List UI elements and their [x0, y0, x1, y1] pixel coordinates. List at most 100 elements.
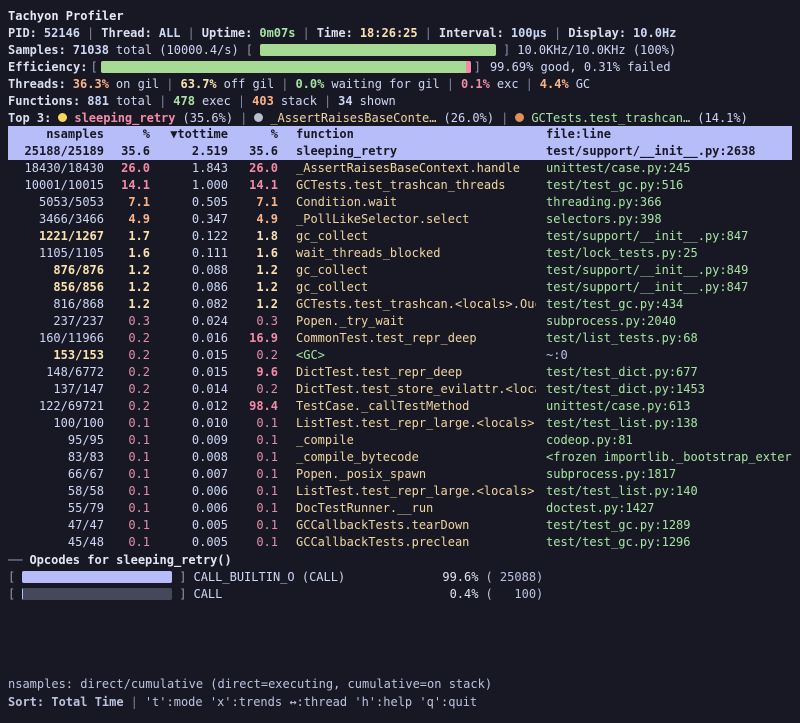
- table-row[interactable]: 55/790.10.0060.1DocTestRunner.__rundocte…: [8, 500, 792, 517]
- file-line: test/support/__init__.py:847: [536, 228, 792, 245]
- separator: |: [188, 26, 195, 40]
- direct-percent: 0.1: [104, 517, 150, 534]
- function-name: wait_threads_blocked: [278, 245, 536, 262]
- nsamples-value: 1105/1105: [8, 245, 104, 262]
- table-row[interactable]: 856/8561.20.0861.2gc_collecttest/support…: [8, 279, 792, 296]
- table-row[interactable]: 58/580.10.0060.1ListTest.test_repr_large…: [8, 483, 792, 500]
- nsamples-value: 58/58: [8, 483, 104, 500]
- cumulative-percent: 0.1: [228, 432, 278, 449]
- table-row[interactable]: 10001/1001514.11.00014.1GCTests.test_tra…: [8, 177, 792, 194]
- table-row-selected[interactable]: 25188/2518935.62.51935.6sleeping_retryte…: [8, 143, 792, 160]
- bar-open-bracket: [: [246, 43, 253, 57]
- key-hints: 't':mode 'x':trends ↔:thread 'h':help 'q…: [145, 695, 477, 709]
- top1-percent: (35.6%): [183, 111, 234, 125]
- direct-percent: 0.1: [104, 534, 150, 551]
- opcode-row: [ ] CALL_BUILTIN_O (CALL) 99.6% ( 25088): [8, 568, 792, 585]
- separator: |: [240, 111, 247, 125]
- function-name: _compile: [278, 432, 536, 449]
- function-name: ListTest.test_repr_large.<locals>.c…: [278, 483, 536, 500]
- cumulative-percent: 0.2: [228, 347, 278, 364]
- bar-open-bracket: [: [90, 60, 97, 74]
- tottime-value: 1.000: [150, 177, 228, 194]
- pid-value: 52146: [44, 26, 80, 40]
- column-header-nsamples: nsamples: [8, 126, 104, 143]
- table-row[interactable]: 148/67720.20.0159.6DictTest.test_repr_de…: [8, 364, 792, 381]
- column-header-fileline: file:line: [536, 126, 792, 143]
- table-row[interactable]: 100/1000.10.0100.1ListTest.test_repr_lar…: [8, 415, 792, 432]
- nsamples-value: 876/876: [8, 262, 104, 279]
- table-row[interactable]: 160/119660.20.01616.9CommonTest.test_rep…: [8, 330, 792, 347]
- top3-line: Top 3: sleeping_retry (35.6%) | _AssertR…: [8, 109, 792, 126]
- on-gil-value: 36.3%: [73, 77, 109, 91]
- tottime-value: 0.086: [150, 279, 228, 296]
- table-row[interactable]: 137/1470.20.0140.2DictTest.test_store_ev…: [8, 381, 792, 398]
- tottime-value: 0.008: [150, 449, 228, 466]
- app-title: Tachyon Profiler: [8, 9, 124, 23]
- tottime-value: 0.012: [150, 398, 228, 415]
- functions-total-value: 881: [87, 94, 109, 108]
- opcode-bar-fill: [22, 588, 23, 600]
- tottime-value: 0.006: [150, 500, 228, 517]
- tottime-value: 0.111: [150, 245, 228, 262]
- column-header-function: function: [278, 126, 536, 143]
- threads-label: Threads:: [8, 77, 66, 91]
- footer-keybindings: Sort: Total Time | 't':mode 'x':trends ↔…: [8, 693, 492, 711]
- nsamples-value: 25188/25189: [8, 143, 104, 160]
- table-row[interactable]: 5053/50537.10.5057.1Condition.waitthread…: [8, 194, 792, 211]
- top2-percent: (26.0%): [444, 111, 495, 125]
- table-row[interactable]: 95/950.10.0090.1_compilecodeop.py:81: [8, 432, 792, 449]
- table-row[interactable]: 1221/12671.70.1221.8gc_collecttest/suppo…: [8, 228, 792, 245]
- direct-percent: 4.9: [104, 211, 150, 228]
- file-line: test/test_dict.py:1453: [536, 381, 792, 398]
- silver-medal-icon: [254, 113, 263, 122]
- nsamples-value: 3466/3466: [8, 211, 104, 228]
- table-row[interactable]: 153/1530.20.0150.2<GC>~:0: [8, 347, 792, 364]
- function-name: ListTest.test_repr_large.<locals>.c…: [278, 415, 536, 432]
- file-line: test/test_gc.py:1289: [536, 517, 792, 534]
- direct-percent: 1.7: [104, 228, 150, 245]
- opcode-count: ( 100): [485, 587, 543, 601]
- separator: |: [526, 77, 533, 91]
- table-row[interactable]: 816/8681.20.0821.2GCTests.test_trashcan.…: [8, 296, 792, 313]
- table-row[interactable]: 876/8761.20.0881.2gc_collecttest/support…: [8, 262, 792, 279]
- direct-percent: 1.2: [104, 296, 150, 313]
- efficiency-bar: [101, 61, 471, 73]
- file-line: test/support/__init__.py:2638: [536, 143, 792, 160]
- interval-label: Interval:: [439, 26, 504, 40]
- direct-percent: 14.1: [104, 177, 150, 194]
- table-row[interactable]: 122/697210.20.01298.4TestCase._callTestM…: [8, 398, 792, 415]
- tottime-value: 0.015: [150, 347, 228, 364]
- function-name: CommonTest.test_repr_deep: [278, 330, 536, 347]
- function-name: gc_collect: [278, 279, 536, 296]
- table-row[interactable]: 3466/34664.90.3474.9_PollLikeSelector.se…: [8, 211, 792, 228]
- waiting-gil-label: waiting for gil: [331, 77, 439, 91]
- separator: |: [447, 77, 454, 91]
- direct-percent: 0.1: [104, 483, 150, 500]
- samples-label: Samples:: [8, 43, 66, 57]
- samples-frequency: 10.0KHz/10.0KHz (100%): [517, 43, 676, 57]
- table-row[interactable]: 45/480.10.0050.1GCCallbackTests.preclean…: [8, 534, 792, 551]
- direct-percent: 0.2: [104, 347, 150, 364]
- file-line: subprocess.py:1817: [536, 466, 792, 483]
- table-row[interactable]: 18430/1843026.01.84326.0_AssertRaisesBas…: [8, 160, 792, 177]
- function-name: TestCase._callTestMethod: [278, 398, 536, 415]
- opcodes-section-header: ── Opcodes for sleeping_retry(): [8, 551, 792, 568]
- cumulative-percent: 0.1: [228, 534, 278, 551]
- table-row[interactable]: 1105/11051.60.1111.6wait_threads_blocked…: [8, 245, 792, 262]
- gold-medal-icon: [58, 113, 67, 122]
- direct-percent: 0.2: [104, 330, 150, 347]
- functions-total-label: total: [116, 94, 152, 108]
- thread-label: Thread:: [101, 26, 152, 40]
- separator: |: [159, 94, 166, 108]
- nsamples-value: 55/79: [8, 500, 104, 517]
- table-row[interactable]: 237/2370.30.0240.3Popen._try_waitsubproc…: [8, 313, 792, 330]
- table-row[interactable]: 83/830.10.0080.1_compile_bytecode<frozen…: [8, 449, 792, 466]
- threads-line: Threads: 36.3% on gil | 63.7% off gil | …: [8, 75, 792, 92]
- samples-rate: total (10000.4/s): [116, 43, 239, 57]
- table-row[interactable]: 47/470.10.0050.1GCCallbackTests.tearDown…: [8, 517, 792, 534]
- tottime-value: 0.005: [150, 534, 228, 551]
- file-line: test/test_gc.py:434: [536, 296, 792, 313]
- gc-label: GC: [576, 77, 590, 91]
- table-row[interactable]: 66/670.10.0070.1Popen._posix_spawnsubpro…: [8, 466, 792, 483]
- separator: |: [324, 94, 331, 108]
